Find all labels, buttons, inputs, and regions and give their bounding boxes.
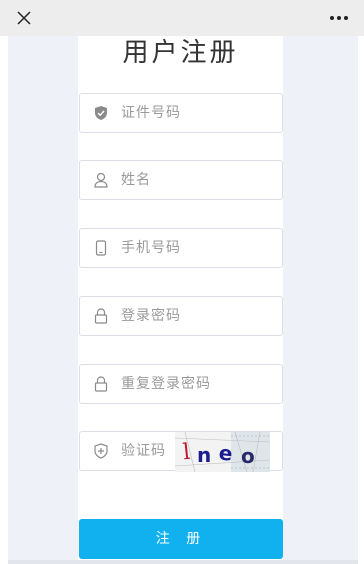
name-placeholder: 姓名 bbox=[121, 172, 151, 188]
shield-check-icon bbox=[92, 104, 110, 122]
name-field[interactable]: 姓名 bbox=[79, 160, 283, 200]
captcha-letter-3: e bbox=[218, 440, 234, 465]
lock-icon bbox=[92, 375, 110, 393]
captcha-graphic: l n e o bbox=[175, 432, 270, 472]
phone-field[interactable]: 手机号码 bbox=[79, 228, 283, 268]
id-number-field[interactable]: 证件号码 bbox=[79, 93, 283, 133]
shield-plus-icon bbox=[92, 442, 110, 460]
bottom-strip bbox=[8, 560, 358, 564]
id-number-placeholder: 证件号码 bbox=[121, 105, 181, 121]
close-button[interactable] bbox=[12, 6, 36, 30]
captcha-letter-2: n bbox=[197, 443, 211, 467]
captcha-letter-4: o bbox=[241, 444, 255, 468]
top-bar bbox=[0, 0, 364, 36]
left-background-band bbox=[8, 36, 78, 564]
password-field[interactable]: 登录密码 bbox=[79, 296, 283, 336]
mobile-phone-icon bbox=[92, 239, 110, 257]
more-options-button[interactable] bbox=[324, 6, 354, 30]
password-placeholder: 登录密码 bbox=[121, 308, 181, 324]
more-dots-icon bbox=[330, 16, 348, 20]
confirm-password-placeholder: 重复登录密码 bbox=[121, 376, 211, 392]
phone-placeholder: 手机号码 bbox=[121, 240, 181, 256]
user-icon bbox=[92, 171, 110, 189]
confirm-password-field[interactable]: 重复登录密码 bbox=[79, 364, 283, 404]
right-background-band bbox=[283, 36, 358, 564]
left-edge bbox=[0, 36, 8, 564]
right-edge bbox=[358, 36, 364, 564]
register-button[interactable]: 注 册 bbox=[79, 519, 283, 559]
captcha-image[interactable]: l n e o bbox=[175, 432, 270, 472]
captcha-placeholder: 验证码 bbox=[121, 443, 166, 459]
page-title: 用户注册 bbox=[122, 38, 239, 68]
lock-icon bbox=[92, 307, 110, 325]
close-icon bbox=[17, 11, 31, 25]
